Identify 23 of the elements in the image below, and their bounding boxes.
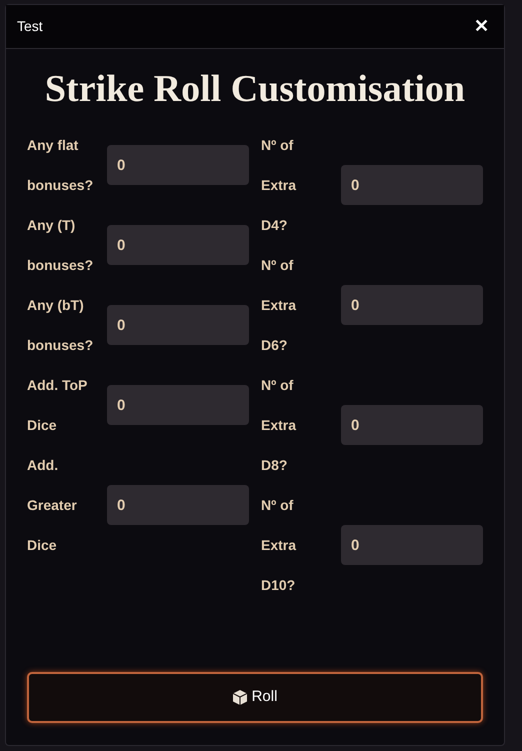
field-label: Nº of Extra D6? (261, 256, 298, 355)
cube-icon (232, 690, 247, 705)
field-label: Any (bT) bonuses? (27, 296, 94, 355)
field-label: Any (T) bonuses? (27, 216, 94, 275)
input-field[interactable]: 0 (107, 385, 249, 425)
input-field[interactable]: 0 (341, 525, 483, 565)
dialog-heading: Strike Roll Customisation (44, 67, 466, 112)
close-button[interactable]: ✕ (474, 13, 489, 40)
field-label: Nº of Extra D4? (261, 136, 298, 235)
field-label: Add. ToP Dice (27, 376, 88, 435)
field-label: Nº of Extra D10? (261, 496, 298, 595)
input-field[interactable]: 0 (107, 305, 249, 345)
input-field[interactable]: 0 (107, 225, 249, 265)
input-field[interactable]: 0 (107, 485, 249, 525)
roll-button[interactable]: Roll (27, 672, 483, 723)
window-title: Test (17, 17, 43, 36)
input-field[interactable]: 0 (341, 285, 483, 325)
field-label: Nº of Extra D8? (261, 376, 298, 475)
input-field[interactable]: 0 (341, 405, 483, 445)
input-field[interactable]: 0 (341, 165, 483, 205)
input-field[interactable]: 0 (107, 145, 249, 185)
field-label: Add. Greater Dice (27, 456, 78, 555)
field-label: Any flat bonuses? (27, 136, 94, 195)
